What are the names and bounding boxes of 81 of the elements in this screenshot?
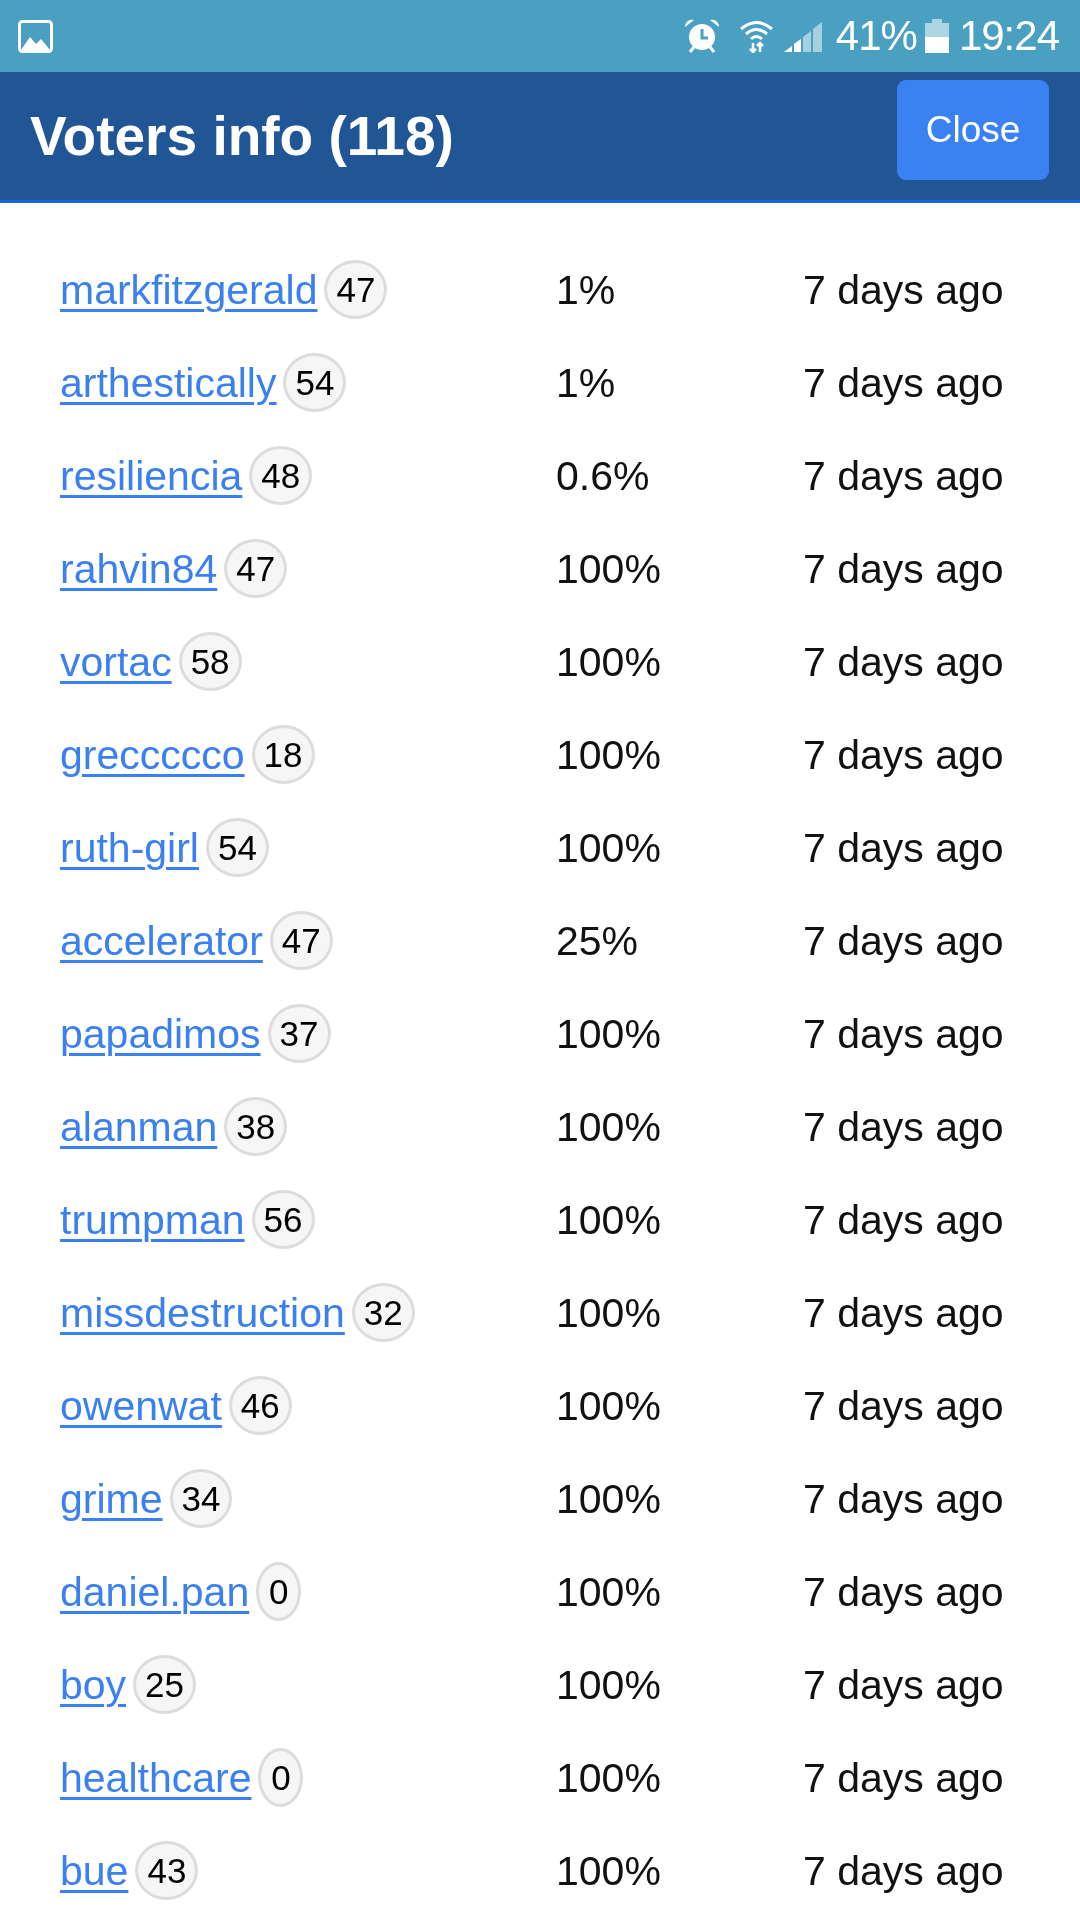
vote-time: 7 days ago xyxy=(803,637,1005,687)
vote-weight: 100% xyxy=(556,1288,662,1338)
vote-weight: 100% xyxy=(556,1195,662,1245)
vote-time: 7 days ago xyxy=(803,1102,1005,1152)
reputation-badge: 46 xyxy=(228,1376,292,1435)
voter-link[interactable]: accelerator xyxy=(60,915,263,966)
reputation-badge: 48 xyxy=(249,446,313,505)
voter-link[interactable]: missdestruction xyxy=(60,1287,345,1338)
vote-time: 7 days ago xyxy=(803,1474,1005,1524)
close-button[interactable]: Close xyxy=(897,80,1049,180)
reputation-badge: 18 xyxy=(251,725,315,784)
vote-weight: 1% xyxy=(556,358,617,408)
wifi-icon xyxy=(738,19,774,53)
vote-weight: 100% xyxy=(556,637,662,687)
voter-link[interactable]: resiliencia xyxy=(60,450,243,501)
vote-time: 7 days ago xyxy=(803,730,1005,780)
voter-link[interactable]: greccccco xyxy=(60,729,245,780)
vote-weight: 100% xyxy=(556,1753,662,1803)
vote-time: 7 days ago xyxy=(803,916,1005,966)
reputation-badge: 25 xyxy=(133,1655,197,1714)
vote-weight: 100% xyxy=(556,1846,662,1896)
vote-time: 7 days ago xyxy=(803,358,1005,408)
vote-time: 7 days ago xyxy=(803,1381,1005,1431)
reputation-badge: 54 xyxy=(283,353,347,412)
vote-time: 7 days ago xyxy=(803,1195,1005,1245)
voter-link[interactable]: alanman xyxy=(60,1101,218,1152)
reputation-badge: 47 xyxy=(269,911,333,970)
vote-weight: 100% xyxy=(556,730,662,780)
reputation-badge: 54 xyxy=(206,818,269,877)
voter-link[interactable]: markfitzgerald xyxy=(60,264,318,315)
voter-link[interactable]: boy xyxy=(60,1659,127,1710)
vote-weight: 100% xyxy=(556,1567,662,1617)
vote-weight: 100% xyxy=(556,544,662,594)
vote-time: 7 days ago xyxy=(803,823,1005,873)
vote-weight: 100% xyxy=(556,1102,662,1152)
voter-link[interactable]: rahvin84 xyxy=(60,543,218,594)
voter-link[interactable]: trumpman xyxy=(60,1194,245,1245)
signal-icon xyxy=(783,20,822,52)
vote-time: 7 days ago xyxy=(803,1567,1005,1617)
reputation-badge: 0 xyxy=(256,1562,302,1621)
reputation-badge: 0 xyxy=(258,1748,304,1807)
vote-time: 7 days ago xyxy=(803,1846,1005,1896)
alarm-clock-icon xyxy=(682,18,721,54)
clock-time: 19:24 xyxy=(958,12,1059,60)
vote-time: 7 days ago xyxy=(803,451,1005,501)
reputation-badge: 58 xyxy=(178,632,242,691)
vote-time: 7 days ago xyxy=(803,1009,1005,1059)
vote-weight: 100% xyxy=(556,1474,662,1524)
reputation-badge: 56 xyxy=(251,1190,315,1249)
voter-link[interactable]: grime xyxy=(60,1473,163,1524)
voter-link[interactable]: arthestically xyxy=(60,357,277,408)
voter-link[interactable]: healthcare xyxy=(60,1752,252,1803)
voter-link[interactable]: vortac xyxy=(60,636,172,687)
vote-weight: 100% xyxy=(556,823,662,873)
voter-link[interactable]: daniel.pan xyxy=(60,1566,250,1617)
dialog-title: Voters info (118) xyxy=(30,104,455,168)
voter-link[interactable]: ruth-girl xyxy=(60,822,199,873)
vote-weight: 100% xyxy=(556,1381,662,1431)
voter-link[interactable]: owenwat xyxy=(60,1380,222,1431)
reputation-badge: 47 xyxy=(324,260,388,319)
reputation-badge: 37 xyxy=(267,1004,331,1063)
vote-time: 7 days ago xyxy=(803,544,1005,594)
vote-time: 7 days ago xyxy=(803,1288,1005,1338)
battery-percent: 41% xyxy=(835,12,917,60)
vote-weight: 25% xyxy=(556,916,640,966)
reputation-badge: 32 xyxy=(351,1283,415,1342)
image-icon xyxy=(18,19,53,53)
vote-time: 7 days ago xyxy=(803,1660,1005,1710)
vote-weight: 100% xyxy=(556,1009,662,1059)
vote-time: 7 days ago xyxy=(803,265,1005,315)
vote-time: 7 days ago xyxy=(803,1753,1005,1803)
reputation-badge: 34 xyxy=(169,1469,233,1528)
vote-weight: 1% xyxy=(556,265,617,315)
reputation-badge: 47 xyxy=(224,539,288,598)
voter-link[interactable]: papadimos xyxy=(60,1008,261,1059)
vote-weight: 0.6% xyxy=(556,451,651,501)
voter-link[interactable]: bue xyxy=(60,1845,129,1896)
vote-weight: 100% xyxy=(556,1660,662,1710)
reputation-badge: 38 xyxy=(224,1097,288,1156)
reputation-badge: 43 xyxy=(135,1841,199,1900)
battery-icon xyxy=(924,19,949,53)
